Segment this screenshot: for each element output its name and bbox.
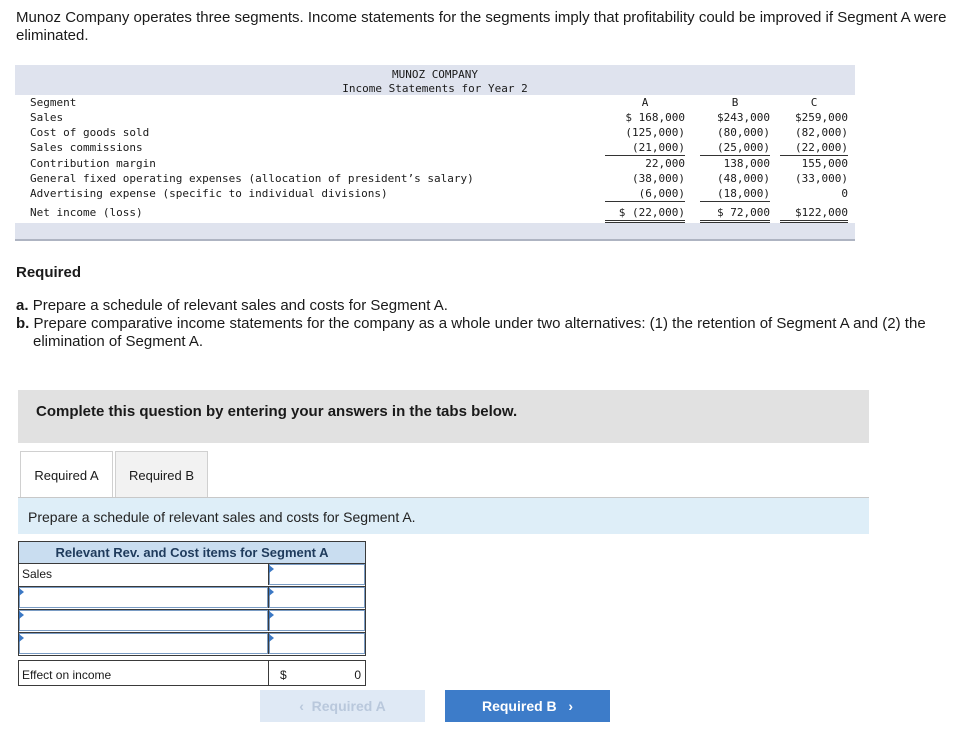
row-label: General fixed operating expenses (alloca… (30, 172, 474, 185)
input-flag-icon (19, 634, 24, 642)
table-row (18, 633, 366, 656)
table-row: Sales (18, 564, 366, 587)
chevron-right-icon: › (568, 698, 574, 714)
label-cell (19, 633, 268, 654)
statement-row-sales: Sales $ 168,000 $243,000 $259,000 (15, 110, 855, 125)
cell-b: (18,000) (700, 186, 770, 202)
effect-on-income-value: 0 (354, 668, 361, 682)
statement-row-general-fixed: General fixed operating expenses (alloca… (15, 171, 855, 186)
cell-a: 22,000 (645, 157, 685, 170)
amount-input-4[interactable] (269, 633, 365, 654)
complete-banner: Complete this question by entering your … (18, 390, 869, 443)
cell-a: (125,000) (625, 126, 685, 139)
row-label: Contribution margin (30, 157, 156, 170)
cell-b: $243,000 (717, 111, 770, 124)
chevron-left-icon: ‹ (299, 698, 304, 714)
amount-input-3[interactable] (269, 610, 365, 631)
cell-b: 138,000 (723, 157, 770, 170)
currency-symbol: $ (280, 668, 287, 682)
next-required-b-button[interactable]: Required B › (445, 690, 610, 722)
cell-b: (48,000) (717, 172, 770, 185)
cell-c: 0 (841, 187, 848, 200)
label-input-3[interactable] (19, 610, 268, 631)
cell-c: (82,000) (795, 126, 848, 139)
amount-cell (268, 610, 365, 631)
input-flag-icon (269, 611, 274, 619)
required-heading: Required (16, 264, 82, 281)
col-c-header: C (810, 96, 818, 109)
input-flag-icon (19, 611, 24, 619)
statement-company: MUNOZ COMPANY (391, 68, 479, 81)
answer-table-header: Relevant Rev. and Cost items for Segment… (18, 541, 366, 564)
row-label: Sales commissions (30, 141, 143, 154)
cell-a: $ (22,000) (605, 205, 685, 223)
required-item-a: a. Prepare a schedule of relevant sales … (16, 297, 956, 315)
item-marker: b. (16, 315, 30, 332)
row-label: Sales (30, 111, 64, 124)
label-input-2[interactable] (19, 587, 268, 608)
cell-c: (22,000) (780, 140, 848, 156)
answer-table: Relevant Rev. and Cost items for Segment… (18, 541, 366, 686)
column-separator (268, 661, 269, 685)
table-row (18, 610, 366, 633)
row-label: Advertising expense (specific to individ… (30, 187, 388, 200)
amount-input-2[interactable] (269, 587, 365, 608)
tab-required-a[interactable]: Required A (20, 451, 113, 498)
amount-input-1[interactable] (269, 564, 365, 585)
amount-cell (268, 633, 365, 654)
item-text: Prepare a schedule of relevant sales and… (32, 297, 448, 314)
income-statement: MUNOZ COMPANY Income Statements for Year… (15, 65, 855, 241)
cell-a: $ 168,000 (625, 111, 685, 124)
col-b-header: B (731, 96, 739, 109)
tab-instruction: Prepare a schedule of relevant sales and… (18, 498, 869, 534)
statement-row-contribution: Contribution margin 22,000 138,000 155,0… (15, 156, 855, 171)
cell-b: (25,000) (700, 140, 770, 156)
cell-a: (6,000) (605, 186, 685, 202)
amount-cell (268, 587, 365, 608)
effect-on-income-label: Effect on income (22, 668, 112, 682)
cell-c: $122,000 (780, 205, 848, 223)
statement-row-net-income: Net income (loss) $ (22,000) $ 72,000 $1… (15, 205, 855, 223)
cell-c: 155,000 (801, 157, 848, 170)
required-list: a. Prepare a schedule of relevant sales … (16, 297, 956, 351)
row-label: Net income (loss) (30, 206, 143, 219)
col-a-header: A (641, 96, 649, 109)
label-cell (19, 587, 268, 608)
intro-text: Munoz Company operates three segments. I… (16, 9, 947, 44)
prev-button-label: Required A (311, 698, 386, 714)
item-text: Prepare comparative income statements fo… (33, 315, 926, 350)
statement-row-segment: Segment A B C (15, 95, 855, 110)
cell-c: (33,000) (795, 172, 848, 185)
required-item-b: b. Prepare comparative income statements… (16, 315, 956, 351)
row-label: Segment (30, 96, 77, 109)
cell-c: $259,000 (795, 111, 848, 124)
statement-row-commissions: Sales commissions (21,000) (25,000) (22,… (15, 140, 855, 156)
tab-required-b[interactable]: Required B (115, 451, 208, 498)
input-flag-icon (269, 565, 274, 573)
amount-cell (268, 564, 365, 585)
cell-a: (38,000) (632, 172, 685, 185)
cell-a: (21,000) (605, 140, 685, 156)
row-label: Cost of goods sold (30, 126, 150, 139)
next-button-label: Required B (481, 698, 557, 714)
table-row (18, 587, 366, 610)
statement-title: Income Statements for Year 2 (342, 82, 528, 95)
statement-row-advertising: Advertising expense (specific to individ… (15, 186, 855, 202)
label-cell (19, 610, 268, 631)
prev-required-a-button[interactable]: ‹ Required A (260, 690, 425, 722)
effect-on-income-row: Effect on income $ 0 (18, 660, 366, 686)
input-flag-icon (269, 634, 274, 642)
row-label-sales: Sales (22, 567, 53, 581)
statement-row-cogs: Cost of goods sold (125,000) (80,000) (8… (15, 125, 855, 140)
cell-b: (80,000) (717, 126, 770, 139)
input-flag-icon (19, 588, 24, 596)
input-flag-icon (269, 588, 274, 596)
item-marker: a. (16, 297, 29, 314)
statement-body: Segment A B C Sales $ 168,000 $243,000 $… (15, 95, 855, 223)
label-input-4[interactable] (19, 633, 268, 654)
cell-b: $ 72,000 (700, 205, 770, 223)
